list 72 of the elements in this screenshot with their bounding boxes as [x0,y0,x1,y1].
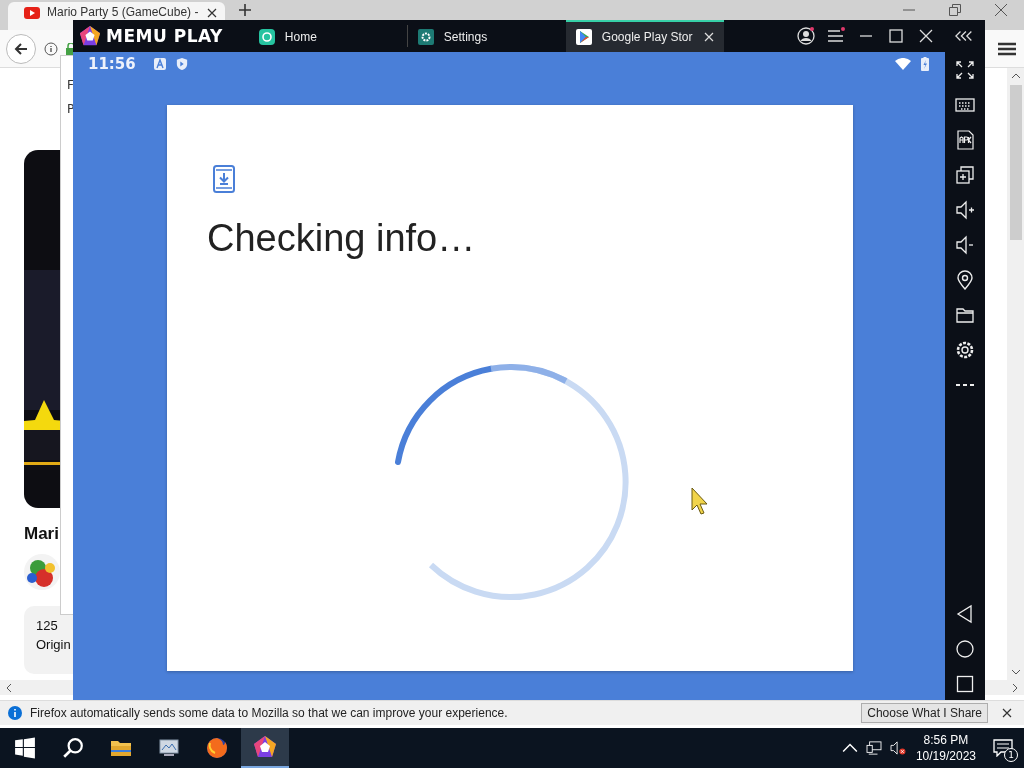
volume-down-icon[interactable] [955,235,975,255]
scroll-down-icon[interactable] [1010,669,1021,675]
close-icon[interactable] [1002,708,1012,718]
status-time: 11:56 [88,55,136,73]
tab-label: Settings [443,30,489,44]
location-icon[interactable] [955,270,975,290]
network-icon[interactable] [865,741,882,755]
notification-icon [153,58,166,70]
cursor-icon [691,487,709,515]
emulator-taskbar-button[interactable] [241,728,289,768]
tab-title: Mario Party 5 (GameCube) - [47,6,200,19]
expand-icon[interactable] [955,60,975,80]
volume-muted-icon[interactable] [889,741,906,755]
tab-label: Home [284,30,318,44]
scroll-right-icon[interactable] [1012,682,1018,693]
settings-app-icon [417,29,434,45]
home-icon[interactable] [955,639,975,659]
message-icon [993,739,1013,757]
account-icon[interactable] [797,27,815,45]
vertical-scrollbar[interactable] [1007,68,1024,680]
wifi-icon [895,58,911,70]
shield-icon [175,58,188,70]
popup-text: F [67,78,74,92]
arrow-left-icon [14,41,28,56]
back-icon[interactable] [955,604,975,624]
apk-icon[interactable] [955,130,975,150]
notification-text: Firefox automatically sends some data to Mozilla so that we can improve your experience. [30,706,508,720]
notification-count: 1 [1004,748,1018,762]
back-button[interactable] [6,33,36,64]
chevron-up-icon[interactable] [841,741,858,755]
volume-up-icon[interactable] [955,200,975,220]
action-center-button[interactable]: 1 [988,728,1018,768]
scroll-up-icon[interactable] [1010,73,1021,79]
stat-label: Origin [36,637,72,652]
emulator-tab[interactable]: Settings [407,20,566,52]
search-icon[interactable] [62,737,84,759]
dialog-title: Checking info… [207,217,476,260]
new-tab-icon[interactable] [239,4,251,16]
scroll-thumb[interactable] [1009,85,1022,240]
video-title: Mari [24,524,59,544]
close-icon[interactable] [207,7,217,18]
brand-name: MEMU PLAY [106,26,223,46]
maximize-icon[interactable] [887,27,905,45]
settings-icon[interactable] [955,340,975,360]
battery-icon [921,57,929,71]
close-icon[interactable] [917,27,935,45]
logo-icon [79,25,101,47]
phone-download-icon [213,165,235,193]
emulator-tab[interactable]: Google Play Stor [565,20,724,52]
emulator-tab[interactable]: Home [248,20,407,52]
stat-value: 125 [36,618,59,633]
folder-icon[interactable] [955,305,975,325]
keyboard-icon[interactable] [955,95,975,115]
clock-time: 8:56 PM [923,732,969,748]
menu-icon[interactable] [998,41,1016,56]
monitor-app-icon[interactable] [158,737,180,759]
multi-window-icon[interactable] [955,165,975,185]
play-store-icon [575,29,592,45]
menu-icon[interactable] [827,27,845,45]
info-icon[interactable] [44,41,58,56]
info-icon [8,706,22,720]
scroll-left-icon[interactable] [6,682,12,693]
choose-button[interactable]: Choose What I Share [861,703,988,723]
clock-date: 10/19/2023 [915,748,976,764]
firefox-icon[interactable] [206,737,228,759]
start-icon[interactable] [14,737,36,759]
restore-icon[interactable] [949,4,961,16]
home-app-icon [258,29,275,45]
logo-icon [253,735,277,759]
browser-tab[interactable]: Mario Party 5 (GameCube) - [8,2,225,20]
tab-label: Google Play Stor [601,30,694,44]
recents-icon[interactable] [955,674,975,694]
